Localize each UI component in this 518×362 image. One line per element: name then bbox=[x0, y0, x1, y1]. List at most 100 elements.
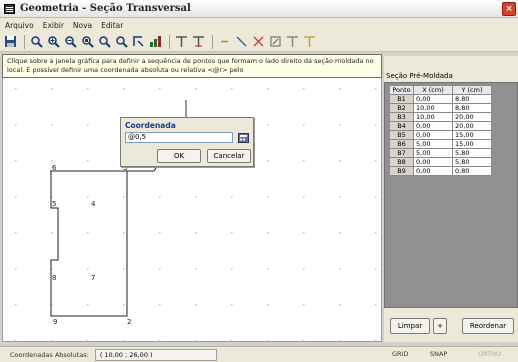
y-cell[interactable]: 15,00 bbox=[452, 130, 492, 140]
point-id: B4 bbox=[389, 121, 414, 131]
column-header[interactable]: X (cm) bbox=[413, 85, 453, 95]
table-row[interactable]: B4 0,00 20,00 bbox=[389, 121, 492, 131]
toolbar bbox=[0, 32, 518, 52]
table-row[interactable]: B8 0,00 5,80 bbox=[389, 157, 492, 167]
y-cell[interactable]: 20,00 bbox=[452, 121, 492, 131]
grid-dot bbox=[303, 124, 305, 126]
point-id: B2 bbox=[389, 103, 414, 113]
ortho-toggle[interactable]: ORTHO bbox=[478, 350, 501, 358]
grid-dot bbox=[51, 88, 53, 90]
filter-icon[interactable] bbox=[285, 35, 299, 49]
grid-dot bbox=[195, 304, 197, 306]
x-cell[interactable]: 10,00 bbox=[413, 112, 453, 122]
vertex-label: 9 bbox=[53, 318, 57, 326]
x-cell[interactable]: 10,00 bbox=[413, 103, 453, 113]
coordinate-input[interactable]: @0,5 bbox=[125, 132, 233, 143]
point-id: B5 bbox=[389, 130, 414, 140]
point-icon[interactable] bbox=[217, 35, 231, 49]
grid-dot bbox=[375, 340, 377, 342]
grid-dot bbox=[123, 268, 125, 270]
grid-dot bbox=[339, 304, 341, 306]
calculator-icon[interactable] bbox=[237, 132, 249, 143]
table-row[interactable]: B5 0,00 15,00 bbox=[389, 130, 492, 140]
grid-toggle[interactable]: GRID bbox=[392, 350, 408, 358]
point-id: B7 bbox=[389, 148, 414, 158]
grid-dot bbox=[51, 340, 53, 342]
x-cell[interactable]: 0,00 bbox=[413, 166, 453, 176]
y-cell[interactable]: 15,00 bbox=[452, 139, 492, 149]
grid-dot bbox=[123, 88, 125, 90]
line-icon[interactable] bbox=[234, 35, 248, 49]
save-icon[interactable] bbox=[3, 35, 17, 49]
grid-dot bbox=[87, 160, 89, 162]
vertex-label: 6 bbox=[52, 164, 57, 172]
delete-icon[interactable] bbox=[251, 35, 265, 49]
status-bar: Coordenadas Absolutas: ( 10,00 ; 26,00 )… bbox=[0, 346, 518, 362]
grid-dot bbox=[303, 340, 305, 342]
precast-section-panel: Seção Pré-Moldada Ponto X (cm) Y (cm) B1… bbox=[384, 56, 518, 342]
point-id: B8 bbox=[389, 157, 414, 167]
zoom-in-icon[interactable] bbox=[46, 35, 60, 49]
grid-dot bbox=[303, 268, 305, 270]
pan-icon[interactable] bbox=[131, 35, 145, 49]
y-cell[interactable]: 0,80 bbox=[452, 166, 492, 176]
reorder-button[interactable]: Reordenar bbox=[462, 318, 514, 334]
y-cell[interactable]: 5,80 bbox=[452, 157, 492, 167]
zoom-out-icon[interactable] bbox=[63, 35, 77, 49]
table-header-row: Ponto X (cm) Y (cm) bbox=[389, 85, 492, 95]
x-cell[interactable]: 0,00 bbox=[413, 121, 453, 131]
x-cell[interactable]: 5,00 bbox=[413, 139, 453, 149]
x-cell[interactable]: 5,00 bbox=[413, 148, 453, 158]
ok-button[interactable]: OK bbox=[157, 149, 201, 163]
column-header[interactable]: Ponto bbox=[389, 85, 414, 95]
filter-style-icon[interactable] bbox=[302, 35, 316, 49]
menu-arquivo[interactable]: Arquivo bbox=[5, 21, 34, 30]
close-button[interactable]: × bbox=[502, 2, 516, 16]
vertex-label: 2 bbox=[127, 318, 131, 326]
zoom-extents-icon[interactable] bbox=[114, 35, 128, 49]
table-row[interactable]: B7 5,00 5,80 bbox=[389, 148, 492, 158]
table-row[interactable]: B9 0,00 0,80 bbox=[389, 166, 492, 176]
x-cell[interactable]: 0,00 bbox=[413, 157, 453, 167]
text-style-icon[interactable] bbox=[191, 35, 205, 49]
x-cell[interactable]: 0,00 bbox=[413, 130, 453, 140]
grid-dot bbox=[375, 88, 377, 90]
zoom-icon[interactable] bbox=[29, 35, 43, 49]
text-icon[interactable] bbox=[174, 35, 188, 49]
chart-icon[interactable] bbox=[148, 35, 162, 49]
grid-dot bbox=[267, 232, 269, 234]
snap-toggle[interactable]: SNAP bbox=[430, 350, 447, 358]
table-row[interactable]: B6 5,00 15,00 bbox=[389, 139, 492, 149]
column-header[interactable]: Y (cm) bbox=[452, 85, 492, 95]
grid-dot bbox=[267, 196, 269, 198]
grid-dot bbox=[195, 88, 197, 90]
menu-editar[interactable]: Editar bbox=[101, 21, 123, 30]
grid-dot bbox=[123, 232, 125, 234]
limpar-button[interactable]: Limpar bbox=[390, 318, 430, 334]
menu-nova[interactable]: Nova bbox=[73, 21, 92, 30]
add-point-button[interactable]: + bbox=[433, 318, 447, 334]
menu-exibir[interactable]: Exibir bbox=[43, 21, 64, 30]
y-cell[interactable]: 20,00 bbox=[452, 112, 492, 122]
x-cell[interactable]: 0,00 bbox=[413, 94, 453, 104]
grid-dot bbox=[231, 304, 233, 306]
grid-dot bbox=[375, 232, 377, 234]
cancel-button[interactable]: Cancelar bbox=[207, 149, 251, 163]
y-cell[interactable]: 8,80 bbox=[452, 103, 492, 113]
instruction-hint: Clique sobre a janela gráfica para defin… bbox=[2, 54, 382, 78]
y-cell[interactable]: 5,80 bbox=[452, 148, 492, 158]
table-row[interactable]: B2 10,00 8,80 bbox=[389, 103, 492, 113]
grid-dot bbox=[303, 232, 305, 234]
grid-dot bbox=[339, 88, 341, 90]
grid-dot bbox=[159, 88, 161, 90]
table-row[interactable]: B1 0,00 8,80 bbox=[389, 94, 492, 104]
grid-dot bbox=[159, 340, 161, 342]
grid-dot bbox=[15, 340, 17, 342]
zoom-window-icon[interactable] bbox=[80, 35, 94, 49]
y-cell[interactable]: 8,80 bbox=[452, 94, 492, 104]
table-row[interactable]: B3 10,00 20,00 bbox=[389, 112, 492, 122]
grid-dot bbox=[195, 232, 197, 234]
edit-icon[interactable] bbox=[268, 35, 282, 49]
zoom-previous-icon[interactable] bbox=[97, 35, 111, 49]
grid-dot bbox=[195, 340, 197, 342]
